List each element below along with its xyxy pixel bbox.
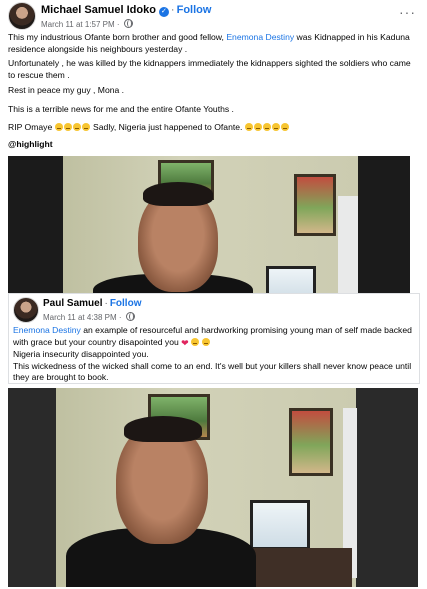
line-3: This wickedness of the wicked shall come… — [13, 360, 412, 383]
paragraph-2: Unfortunately , he was killed by the kid… — [8, 58, 411, 80]
crying-emoji-icon — [280, 123, 289, 131]
broken-heart-icon: ❤ — [181, 337, 189, 348]
verified-badge-icon: ✓ — [158, 7, 169, 17]
mention-link[interactable]: Enemona Destiny — [13, 325, 81, 335]
crying-emoji-icon — [262, 123, 271, 131]
post-photo[interactable] — [8, 156, 410, 296]
avatar[interactable] — [13, 297, 39, 323]
tv — [250, 500, 310, 550]
follow-button[interactable]: Follow — [177, 4, 212, 16]
crying-emoji-icon — [72, 123, 81, 131]
crying-emoji-icon — [191, 337, 200, 346]
globe-icon — [125, 312, 135, 321]
author-name[interactable]: Paul Samuel — [43, 298, 102, 309]
wall-picture — [294, 174, 336, 236]
author-line: Paul Samuel · Follow — [43, 298, 142, 309]
post-michael-samuel-idoko: Michael Samuel Idoko ✓ · Follow March 11 at… — [0, 0, 427, 300]
crying-emoji-icon — [81, 123, 90, 131]
post-photo[interactable] — [8, 388, 418, 587]
paragraph-5: RIP Omaye Sadly, Nigeria just happened t… — [8, 122, 418, 134]
crying-emoji-icon — [202, 337, 211, 346]
author-name[interactable]: Michael Samuel Idoko — [41, 4, 156, 16]
post-header: Michael Samuel Idoko ✓ · Follow March 11 at… — [8, 2, 418, 32]
paragraph-4: This is a terrible news for me and the e… — [8, 104, 234, 114]
wall-picture — [289, 408, 333, 476]
paragraph-1: This my industrious Ofante born brother … — [8, 32, 410, 54]
tv — [266, 266, 316, 296]
crying-emoji-icon — [63, 123, 72, 131]
crying-emoji-icon — [253, 123, 262, 131]
post-header: Paul Samuel · Follow March 11 at 4:38 PM · — [13, 297, 413, 327]
post-time[interactable]: March 11 at 4:38 PM — [43, 313, 117, 322]
post-timestamp-line: March 11 at 1:57 PM · — [41, 19, 133, 29]
author-line: Michael Samuel Idoko ✓ · Follow — [41, 4, 212, 17]
crying-emoji-icon — [271, 123, 280, 131]
tv-stand — [240, 548, 352, 587]
post-body: Enemona Destiny an example of resourcefu… — [13, 325, 415, 384]
highlight-tag[interactable]: @highlight — [8, 139, 418, 151]
line-1: Enemona Destiny an example of resourcefu… — [13, 325, 412, 348]
line-2: Nigeria insecurity disappointed you. — [13, 349, 149, 359]
mention-link[interactable]: Enemona Destiny — [226, 32, 294, 42]
post-timestamp-line: March 11 at 4:38 PM · — [43, 312, 135, 322]
post-body: This my industrious Ofante born brother … — [8, 32, 418, 55]
avatar[interactable] — [8, 2, 36, 30]
more-options-icon[interactable]: ··· — [399, 4, 416, 20]
post-paul-samuel: Paul Samuel · Follow March 11 at 4:38 PM ·… — [8, 293, 420, 384]
crying-emoji-icon — [54, 123, 63, 131]
globe-icon — [123, 19, 133, 28]
paragraph-3: Rest in peace my guy , Mona . — [8, 85, 125, 95]
post-time[interactable]: March 11 at 1:57 PM — [41, 20, 115, 29]
crying-emoji-icon — [244, 123, 253, 131]
follow-button[interactable]: Follow — [110, 298, 142, 309]
